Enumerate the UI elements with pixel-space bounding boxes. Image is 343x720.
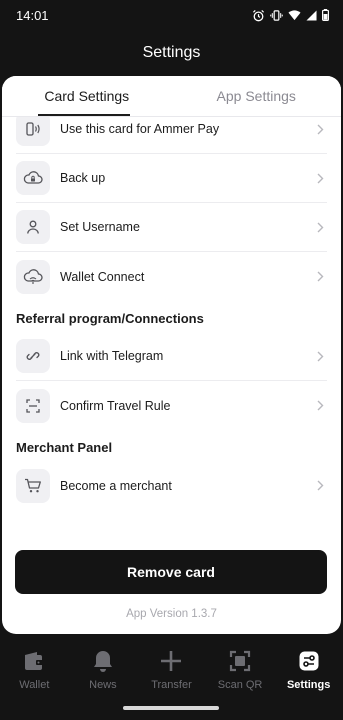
row-label: Wallet Connect — [60, 269, 145, 284]
cart-icon — [16, 468, 50, 503]
chevron-right-icon — [313, 173, 327, 184]
bottom-nav: Wallet News Transfer Scan QR Settings — [0, 640, 343, 698]
tab-bar: Card Settings App Settings — [2, 76, 341, 116]
row-link-telegram[interactable]: Link with Telegram — [16, 332, 327, 381]
tab-card-settings[interactable]: Card Settings — [2, 76, 172, 116]
section-title-merchant: Merchant Panel — [16, 440, 113, 455]
row-set-username[interactable]: Set Username — [16, 203, 327, 252]
tab-app-settings[interactable]: App Settings — [172, 76, 342, 116]
nav-settings[interactable]: Settings — [274, 640, 343, 698]
nfc-card-icon — [16, 112, 50, 146]
cloud-lock-icon — [16, 161, 50, 195]
bell-icon — [92, 648, 114, 674]
row-label: Link with Telegram — [60, 349, 164, 363]
row-label: Back up — [60, 171, 106, 185]
nav-news[interactable]: News — [69, 640, 138, 698]
chevron-right-icon — [313, 271, 327, 282]
nav-transfer[interactable]: Transfer — [137, 640, 206, 698]
row-back-up[interactable]: Back up — [16, 154, 327, 203]
chevron-right-icon — [313, 222, 327, 233]
chevron-right-icon — [313, 400, 327, 411]
nav-label: Settings — [286, 679, 331, 691]
status-bar: 14:01 — [0, 0, 343, 30]
status-icons — [252, 9, 329, 22]
home-indicator[interactable] — [123, 706, 219, 710]
nav-label: News — [89, 679, 117, 691]
settings-toggle-icon — [298, 648, 320, 674]
row-label: Confirm Travel Rule — [60, 398, 171, 413]
user-icon — [16, 210, 50, 244]
row-label: Use this card for Ammer Pay — [60, 122, 220, 136]
chevron-right-icon — [313, 480, 327, 491]
link-icon — [16, 339, 50, 373]
row-label: Set Username — [60, 220, 140, 234]
chevron-right-icon — [313, 351, 327, 362]
vibrate-icon — [270, 9, 283, 21]
app-version: App Version 1.3.7 — [126, 608, 217, 620]
nav-label: Scan QR — [217, 679, 263, 691]
battery-icon — [322, 9, 329, 21]
settings-sheet: Card Settings App Settings Use this card… — [2, 76, 341, 634]
settings-list: Use this card for Ammer Pay Back up Set … — [2, 105, 341, 510]
section-title-referral: Referral program/Connections — [16, 311, 204, 326]
status-time: 14:01 — [16, 7, 49, 23]
page-title: Settings — [0, 30, 343, 76]
row-become-merchant[interactable]: Become a merchant — [16, 461, 327, 510]
cloud-wifi-icon — [16, 259, 50, 294]
row-wallet-connect[interactable]: Wallet Connect — [16, 252, 327, 301]
remove-card-button[interactable]: Remove card — [15, 550, 327, 594]
signal-icon — [306, 9, 317, 21]
nav-label: Transfer — [151, 679, 192, 691]
plus-icon — [160, 648, 182, 674]
wifi-icon — [288, 10, 301, 21]
nav-wallet[interactable]: Wallet — [0, 640, 69, 698]
alarm-icon — [252, 9, 265, 21]
wallet-icon — [22, 648, 46, 674]
nav-label: Wallet — [19, 679, 50, 691]
chevron-right-icon — [313, 124, 327, 135]
row-confirm-travel-rule[interactable]: Confirm Travel Rule — [16, 381, 327, 430]
scan-frame-icon — [16, 388, 50, 423]
scan-qr-icon — [229, 648, 251, 674]
row-label: Become a merchant — [60, 478, 172, 493]
page-title-text: Settings — [142, 44, 201, 61]
tab-divider — [2, 116, 341, 117]
nav-scan-qr[interactable]: Scan QR — [206, 640, 275, 698]
